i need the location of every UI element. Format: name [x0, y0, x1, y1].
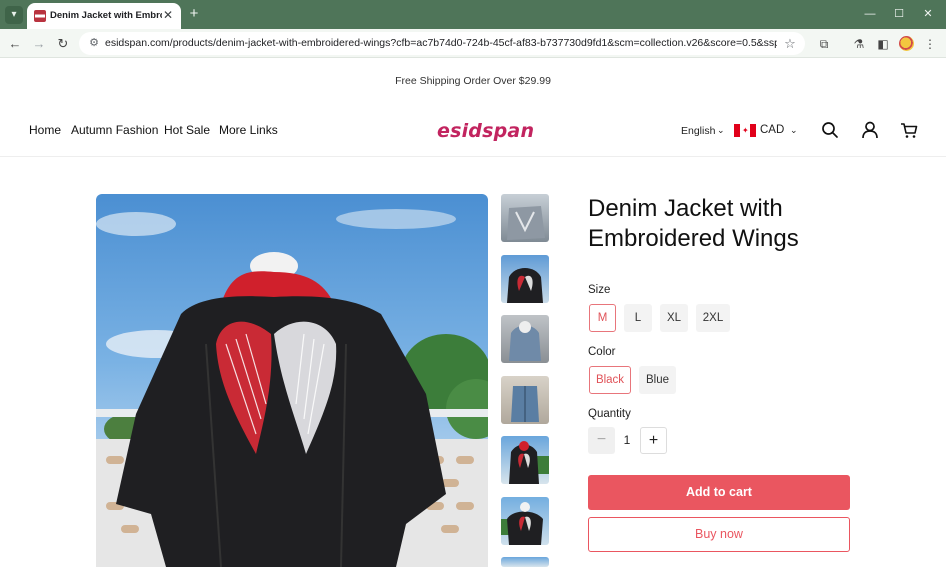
new-tab-button[interactable]: + — [186, 6, 202, 22]
brand-logo[interactable]: esidspan — [437, 118, 534, 144]
color-option-black[interactable]: Black — [589, 366, 631, 394]
chevron-down-icon[interactable]: ⌄ — [790, 123, 800, 137]
favicon-icon — [34, 10, 46, 22]
account-icon[interactable] — [860, 120, 880, 140]
quantity-value[interactable]: 1 — [617, 431, 637, 449]
profile-avatar[interactable] — [899, 36, 914, 51]
nav-more-links[interactable]: More Links — [219, 122, 278, 138]
color-option-blue[interactable]: Blue — [639, 366, 676, 394]
add-to-cart-button[interactable]: Add to cart — [588, 475, 850, 510]
maple-leaf-icon: ✦ — [742, 126, 749, 135]
quantity-decrease-button[interactable]: − — [588, 427, 615, 454]
address-bar[interactable]: ⚙ esidspan.com/products/denim-jacket-wit… — [79, 32, 805, 55]
thumbnail-image — [507, 268, 543, 303]
minimize-icon[interactable]: — — [862, 6, 878, 22]
side-panel-icon[interactable]: ◧ — [875, 36, 891, 52]
browser-tab-bar: ▾ Denim Jacket with Embroidered Wings ✕ … — [0, 0, 946, 29]
thumbnail-3[interactable] — [501, 315, 549, 363]
thumbnail-image — [507, 206, 545, 240]
language-selector[interactable]: English — [681, 123, 715, 139]
tab-title: Denim Jacket with Embroidered Wings — [50, 10, 162, 21]
size-option-m[interactable]: M — [589, 304, 616, 332]
thumbnail-image — [509, 321, 541, 361]
nav-autumn-fashion[interactable]: Autumn Fashion — [71, 122, 158, 138]
thumbnail-6[interactable] — [501, 497, 549, 545]
browser-toolbar: ← → ↻ ⚙ esidspan.com/products/denim-jack… — [0, 29, 946, 58]
main-product-image[interactable] — [96, 194, 488, 567]
thumbnail-1[interactable] — [501, 194, 549, 242]
size-option-xl[interactable]: XL — [660, 304, 688, 332]
currency-selector[interactable]: CAD — [760, 122, 784, 138]
thumbnail-2[interactable] — [501, 255, 549, 303]
canada-flag-icon: ✦ — [734, 124, 756, 137]
cart-icon[interactable] — [899, 120, 919, 140]
site-info-icon[interactable]: ⚙ — [87, 37, 101, 50]
size-label: Size — [588, 284, 611, 296]
tab-search-icon[interactable]: ▾ — [5, 6, 23, 24]
quantity-label: Quantity — [588, 408, 631, 420]
close-tab-icon[interactable]: ✕ — [161, 8, 175, 22]
nav-hot-sale[interactable]: Hot Sale — [164, 122, 210, 138]
more-menu-icon[interactable]: ⋮ — [922, 36, 938, 52]
announcement-bar: Free Shipping Order Over $29.99 — [395, 75, 551, 87]
bookmark-star-icon[interactable]: ☆ — [783, 36, 797, 51]
close-window-icon[interactable]: ✕ — [920, 6, 936, 22]
thumbnail-image — [511, 386, 539, 422]
thumbnail-4[interactable] — [501, 376, 549, 424]
reload-icon[interactable]: ↻ — [54, 35, 72, 53]
quantity-increase-button[interactable]: + — [640, 427, 667, 454]
thumbnail-7[interactable] — [501, 557, 549, 567]
thumbnail-image — [501, 502, 543, 545]
extensions-icon[interactable]: ⧉ — [816, 36, 832, 52]
chevron-down-icon[interactable]: ⌄ — [717, 123, 727, 137]
browser-tab[interactable]: Denim Jacket with Embroidered Wings ✕ — [27, 3, 181, 29]
size-option-2xl[interactable]: 2XL — [696, 304, 730, 332]
site-header: Home Autumn Fashion Hot Sale More Links … — [0, 103, 946, 157]
buy-now-button[interactable]: Buy now — [588, 517, 850, 552]
size-option-l[interactable]: L — [624, 304, 652, 332]
thumbnail-5[interactable] — [501, 436, 549, 484]
forward-arrow-icon[interactable]: → — [30, 35, 48, 53]
nav-home[interactable]: Home — [29, 122, 61, 138]
thumbnail-image — [509, 441, 549, 484]
search-icon[interactable] — [820, 120, 840, 140]
url-text[interactable]: esidspan.com/products/denim-jacket-with-… — [105, 37, 777, 50]
color-label: Color — [588, 346, 616, 358]
back-arrow-icon[interactable]: ← — [6, 35, 24, 53]
maximize-icon[interactable]: ☐ — [891, 6, 907, 22]
jacket-photo — [96, 209, 488, 567]
product-title: Denim Jacket with Embroidered Wings — [588, 195, 799, 252]
flask-icon[interactable]: ⚗ — [851, 36, 867, 52]
